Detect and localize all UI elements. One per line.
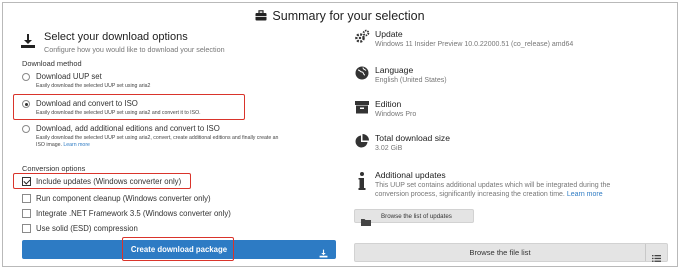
archive-box-icon: [354, 99, 370, 115]
browse-updates-button[interactable]: Browse the list of updates: [354, 209, 474, 226]
highlight-box: [13, 94, 245, 120]
learn-more-link[interactable]: Learn more: [63, 142, 90, 148]
checkbox[interactable]: [22, 194, 31, 203]
briefcase-icon: [255, 4, 267, 30]
highlight-box: [122, 237, 234, 261]
gears-icon: [354, 29, 370, 45]
download-icon: [20, 33, 36, 54]
browse-file-list-button[interactable]: Browse the file list: [354, 243, 668, 262]
checkbox[interactable]: [22, 209, 31, 218]
page-title: Summary for your selection: [272, 9, 425, 23]
button-divider: [645, 244, 646, 261]
globe-icon: [354, 65, 370, 81]
method-radio[interactable]: [22, 125, 30, 133]
summary-panel: Summary for your selection Select your d…: [2, 2, 678, 267]
highlight-box: [13, 173, 191, 189]
list-icon[interactable]: [652, 249, 661, 267]
conversion-options-label: Conversion options: [22, 164, 86, 173]
checkbox[interactable]: [22, 224, 31, 233]
folder-icon: [361, 213, 371, 231]
section-title: Select your download options: [44, 31, 188, 43]
download-method-label: Download method: [22, 59, 82, 68]
learn-more-link[interactable]: Learn more: [567, 191, 603, 198]
section-subtitle: Configure how you would like to download…: [44, 45, 225, 54]
summary-header: Summary for your selection: [3, 3, 677, 29]
download-icon: [319, 245, 328, 263]
pie-chart-icon: [354, 133, 370, 149]
info-icon: [354, 170, 370, 190]
method-radio[interactable]: [22, 73, 30, 81]
